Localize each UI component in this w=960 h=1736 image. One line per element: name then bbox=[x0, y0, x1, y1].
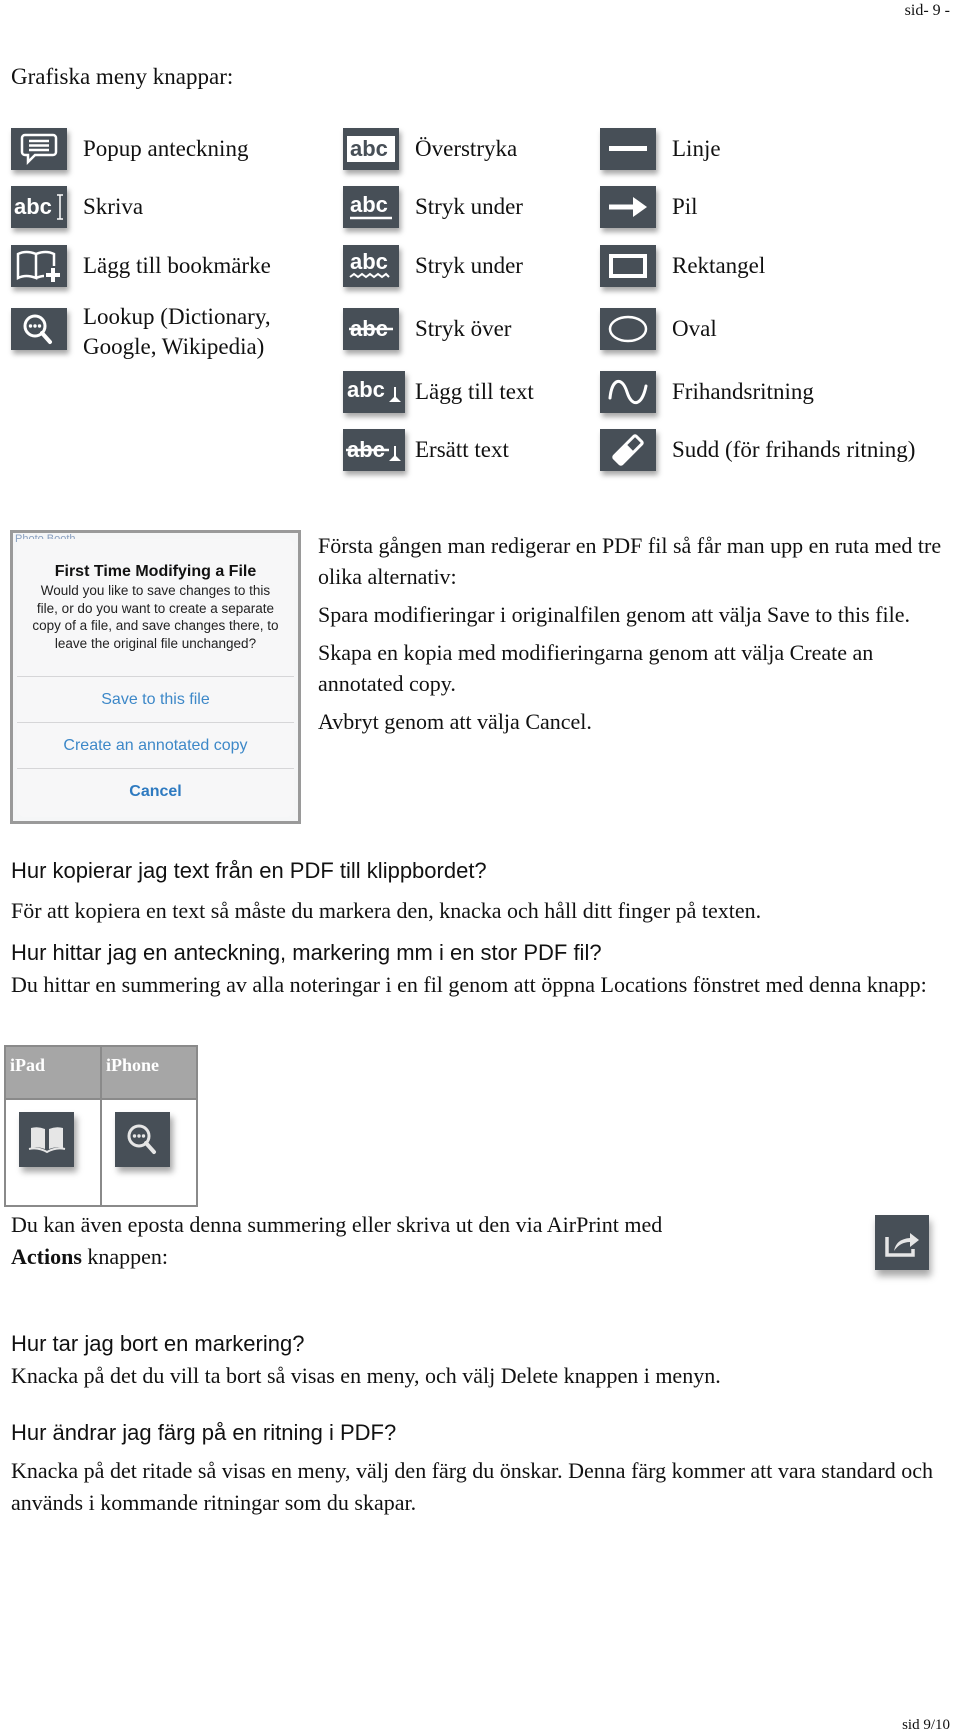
menu-item-label: Popup anteckning bbox=[83, 136, 249, 161]
svg-text:abc: abc bbox=[14, 194, 52, 219]
replace-text-icon: abc bbox=[343, 429, 405, 471]
faq-answer: Knacka på det du vill ta bort så visas e… bbox=[11, 1363, 721, 1388]
faq-question: Hur ändrar jag färg på en ritning i PDF? bbox=[11, 1420, 397, 1445]
page-number-top: sid- 9 - bbox=[904, 2, 950, 19]
typewriter-icon: abc bbox=[11, 186, 67, 228]
save-to-this-file-button[interactable]: Save to this file bbox=[17, 676, 294, 722]
faq-answer: Du hittar en summering av alla noteringa… bbox=[11, 972, 927, 997]
actions-note-suffix: knappen: bbox=[81, 1244, 169, 1269]
menu-item-typewriter: abc Skriva bbox=[11, 186, 143, 228]
actions-note-text: Du kan även eposta denna summering eller… bbox=[11, 1212, 663, 1237]
line-icon bbox=[600, 128, 656, 170]
menu-item-insert-text: abc Lägg till text bbox=[343, 371, 534, 413]
squiggly-underline-icon: abc bbox=[343, 245, 399, 287]
faq-answer: Knacka på det ritade så visas en meny, v… bbox=[11, 1458, 934, 1515]
menu-item-label: Pil bbox=[672, 194, 698, 219]
menu-item-strikethrough: abc Stryk över bbox=[343, 308, 511, 350]
section-title: Grafiska meny knappar: bbox=[11, 64, 234, 89]
actions-bold-label: Actions bbox=[11, 1244, 82, 1269]
menu-item-label: Rektangel bbox=[672, 253, 766, 278]
paragraph: Första gången man redigerar en PDF fil s… bbox=[318, 533, 942, 589]
underline-icon: abc bbox=[343, 186, 399, 228]
highlight-icon: abc bbox=[343, 128, 399, 170]
oval-icon bbox=[600, 308, 656, 350]
insert-text-icon: abc bbox=[343, 371, 405, 413]
svg-text:abc: abc bbox=[350, 249, 388, 274]
actions-note: Du kan även eposta denna summering eller… bbox=[11, 1209, 831, 1273]
create-annotated-copy-button[interactable]: Create an annotated copy bbox=[17, 722, 294, 768]
svg-text:abc: abc bbox=[350, 192, 388, 217]
faq-question: Hur tar jag bort en markering? bbox=[11, 1331, 305, 1356]
menu-item-label: Stryk under bbox=[415, 253, 523, 278]
menu-item-highlight: abc Överstryka bbox=[343, 128, 517, 170]
first-time-modifying-dialog: First Time Modifying a File Would you li… bbox=[17, 539, 294, 817]
faq-question: Hur hittar jag en anteckning, markering … bbox=[11, 940, 602, 965]
menu-item-label: Ersätt text bbox=[415, 437, 509, 462]
menu-item-rectangle: Rektangel bbox=[600, 245, 765, 287]
table-header-ipad: iPad bbox=[4, 1045, 102, 1100]
book-icon bbox=[19, 1111, 74, 1167]
menu-item-popup-note: Popup anteckning bbox=[11, 128, 248, 170]
menu-item-eraser: Sudd (för frihands ritning) bbox=[600, 429, 915, 471]
paragraph: Spara modifieringar i originalfilen geno… bbox=[318, 602, 911, 627]
menu-item-label: Stryk över bbox=[415, 316, 512, 341]
menu-item-label: Linje bbox=[672, 136, 721, 161]
lookup-icon bbox=[11, 308, 67, 350]
eraser-icon bbox=[600, 429, 656, 471]
menu-item-label: Lookup (Dictionary, Google, Wikipedia) bbox=[83, 304, 271, 359]
arrow-icon bbox=[600, 186, 656, 228]
menu-item-replace-text: abc Ersätt text bbox=[343, 429, 509, 471]
paragraph: Avbryt genom att välja Cancel. bbox=[318, 709, 592, 734]
menu-item-label: Oval bbox=[672, 316, 717, 341]
menu-item-label: Lägg till bookmärke bbox=[83, 253, 271, 278]
locations-button-table: iPad iPhone bbox=[4, 1045, 198, 1208]
menu-item-line: Linje bbox=[600, 128, 721, 170]
menu-item-squiggly: abc Stryk under bbox=[343, 245, 523, 287]
popup-note-icon bbox=[11, 128, 67, 170]
menu-item-add-bookmark: Lägg till bookmärke bbox=[11, 245, 271, 287]
rectangle-icon bbox=[600, 245, 656, 287]
table-header-iphone: iPhone bbox=[100, 1045, 198, 1100]
menu-item-freehand: Frihandsritning bbox=[600, 371, 814, 413]
paragraph: Skapa en kopia med modifieringarna genom… bbox=[318, 640, 874, 696]
menu-item-arrow: Pil bbox=[600, 186, 698, 228]
svg-text:abc: abc bbox=[350, 136, 388, 161]
menu-item-label: Skriva bbox=[83, 194, 144, 219]
menu-item-label: Överstryka bbox=[415, 136, 518, 161]
share-icon bbox=[875, 1215, 929, 1270]
faq-question: Hur kopierar jag text från en PDF till k… bbox=[11, 858, 487, 883]
dialog-message: Would you like to save changes to this f… bbox=[32, 583, 279, 651]
strikethrough-icon: abc bbox=[343, 308, 399, 350]
lookup-icon bbox=[115, 1111, 170, 1167]
dialog-description: Första gången man redigerar en PDF fil s… bbox=[318, 530, 958, 744]
menu-item-oval: Oval bbox=[600, 308, 717, 350]
faq-answer: För att kopiera en text så måste du mark… bbox=[11, 898, 762, 923]
menu-item-label: Sudd (för frihands ritning) bbox=[672, 437, 916, 462]
menu-item-label: Frihandsritning bbox=[672, 379, 814, 404]
menu-item-label: Lägg till text bbox=[415, 379, 534, 404]
add-bookmark-icon bbox=[11, 245, 67, 287]
cancel-button[interactable]: Cancel bbox=[17, 768, 294, 814]
svg-text:abc: abc bbox=[347, 377, 385, 402]
dialog-title: First Time Modifying a File bbox=[54, 563, 257, 580]
menu-item-label: Stryk under bbox=[415, 194, 523, 219]
menu-item-underline: abc Stryk under bbox=[343, 186, 523, 228]
menu-item-lookup: Lookup (Dictionary, Google, Wikipedia) bbox=[11, 304, 271, 362]
page-number-bottom: sid 9/10 bbox=[902, 1717, 950, 1733]
freehand-icon bbox=[600, 371, 656, 413]
dialog-screenshot: Photo Booth First Time Modifying a File … bbox=[10, 530, 301, 824]
